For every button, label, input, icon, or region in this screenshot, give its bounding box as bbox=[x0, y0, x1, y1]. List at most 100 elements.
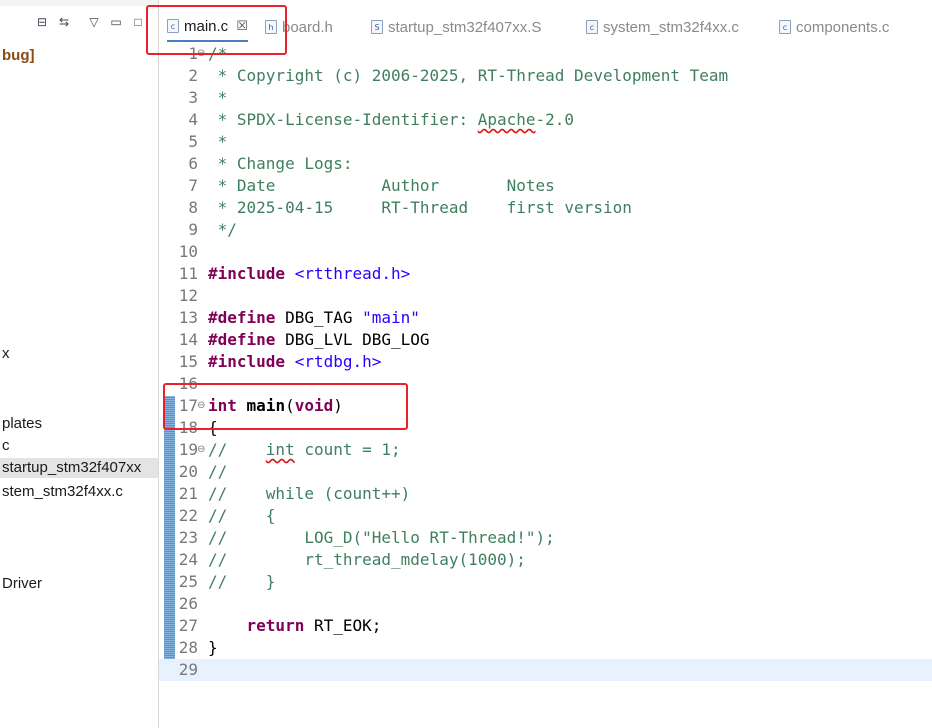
tab-label: components.c bbox=[796, 18, 890, 36]
code-token: <rtthread.h> bbox=[294, 264, 411, 283]
code-line[interactable]: 28} bbox=[159, 637, 932, 659]
code-token: * 2025-04-15 RT-Thread first version bbox=[208, 198, 632, 217]
line-number: 24 bbox=[178, 550, 198, 569]
code-token: */ bbox=[208, 220, 237, 239]
code-line[interactable]: 21 // while (count++) bbox=[159, 483, 932, 505]
code-text: // { bbox=[208, 505, 275, 527]
tab-4[interactable]: c components.c bbox=[779, 12, 889, 42]
line-number: 6 bbox=[188, 154, 198, 173]
tree-item[interactable]: c bbox=[0, 436, 10, 456]
collapse-all-icon[interactable]: ⊟ bbox=[34, 14, 50, 30]
code-token: * Copyright (c) 2006-2025, RT-Thread Dev… bbox=[208, 66, 729, 85]
tab-3[interactable]: c system_stm32f4xx.c bbox=[586, 12, 739, 42]
code-line[interactable]: 22 // { bbox=[159, 505, 932, 527]
line-number: 2 bbox=[188, 66, 198, 85]
code-text: */ bbox=[208, 219, 237, 241]
code-token: -2.0 bbox=[535, 110, 575, 129]
code-line[interactable]: 6 * Change Logs: bbox=[159, 153, 932, 175]
code-line[interactable]: 7 * Date Author Notes bbox=[159, 175, 932, 197]
c-file-icon: c bbox=[779, 20, 791, 34]
code-token: } bbox=[208, 638, 218, 657]
line-number: 26 bbox=[178, 594, 198, 613]
code-token: * SPDX-License-Identifier: bbox=[208, 110, 478, 129]
line-number: 22 bbox=[178, 506, 198, 525]
code-text: * SPDX-License-Identifier: Apache-2.0 bbox=[208, 109, 574, 131]
code-text: #include <rtthread.h> bbox=[208, 263, 410, 285]
code-text: * bbox=[208, 131, 228, 153]
line-number: 9 bbox=[188, 220, 198, 239]
line-number: 14 bbox=[178, 330, 198, 349]
code-line[interactable]: 2 * Copyright (c) 2006-2025, RT-Thread D… bbox=[159, 65, 932, 87]
line-number: 13 bbox=[178, 308, 198, 327]
code-line[interactable]: 13 #define DBG_TAG "main" bbox=[159, 307, 932, 329]
maximize-icon[interactable]: □ bbox=[130, 14, 146, 30]
project-explorer: ⊟ ⇆ ▽ ▭ □ bug] x plates c startup_stm32f407x… bbox=[0, 0, 159, 728]
code-line[interactable]: 29 bbox=[159, 659, 932, 681]
code-line[interactable]: 8 * 2025-04-15 RT-Thread first version bbox=[159, 197, 932, 219]
code-line[interactable]: 3 * bbox=[159, 87, 932, 109]
code-line[interactable]: 19 ⊖// int count = 1; bbox=[159, 439, 932, 461]
code-line[interactable]: 10 bbox=[159, 241, 932, 263]
code-text: // } bbox=[208, 571, 275, 593]
code-token: #define bbox=[208, 308, 276, 327]
line-number: 4 bbox=[188, 110, 198, 129]
tree-item[interactable]: x bbox=[0, 344, 10, 364]
code-token: DBG_LVL DBG_LOG bbox=[275, 330, 430, 349]
line-number: 11 bbox=[178, 264, 198, 283]
code-token: Apache bbox=[477, 110, 536, 129]
code-line[interactable]: 14 #define DBG_LVL DBG_LOG bbox=[159, 329, 932, 351]
line-number: 25 bbox=[178, 572, 198, 591]
code-text: // LOG_D("Hello RT-Thread!"); bbox=[208, 527, 555, 549]
highlight-box-main-function bbox=[163, 383, 408, 430]
code-token: // while (count++) bbox=[208, 484, 411, 503]
code-token: // bbox=[208, 440, 266, 459]
c-file-icon: c bbox=[586, 20, 598, 34]
code-text: } bbox=[208, 637, 218, 659]
line-number: 27 bbox=[178, 616, 198, 635]
tree-item[interactable]: Driver bbox=[0, 574, 42, 594]
code-token: RT_EOK; bbox=[304, 616, 382, 635]
line-number: 20 bbox=[178, 462, 198, 481]
code-line[interactable]: 27 return RT_EOK; bbox=[159, 615, 932, 637]
view-menu-icon[interactable]: ▽ bbox=[86, 14, 102, 30]
code-line[interactable]: 20 // bbox=[159, 461, 932, 483]
code-text: #include <rtdbg.h> bbox=[208, 351, 381, 373]
code-line[interactable]: 11 #include <rtthread.h> bbox=[159, 263, 932, 285]
code-token: * bbox=[208, 132, 228, 151]
fold-toggle-icon[interactable]: ⊖ bbox=[197, 439, 205, 461]
code-line[interactable]: 24 // rt_thread_mdelay(1000); bbox=[159, 549, 932, 571]
code-line[interactable]: 12 bbox=[159, 285, 932, 307]
minimize-icon[interactable]: ▭ bbox=[108, 14, 124, 30]
code-text: // rt_thread_mdelay(1000); bbox=[208, 549, 526, 571]
tree-item[interactable]: plates bbox=[0, 414, 42, 434]
line-number: 10 bbox=[178, 242, 198, 261]
line-number: 28 bbox=[178, 638, 198, 657]
code-token: "main" bbox=[362, 308, 420, 327]
code-token: * bbox=[208, 88, 228, 107]
code-line[interactable]: 4 * SPDX-License-Identifier: Apache-2.0 bbox=[159, 109, 932, 131]
code-line[interactable]: 23 // LOG_D("Hello RT-Thread!"); bbox=[159, 527, 932, 549]
code-token: * Date Author Notes bbox=[208, 176, 555, 195]
code-text: // bbox=[208, 461, 227, 483]
code-token: return bbox=[246, 616, 305, 635]
s-file-icon: S bbox=[371, 20, 383, 34]
code-token: * Change Logs: bbox=[208, 154, 353, 173]
line-number: 29 bbox=[178, 660, 198, 679]
code-text: #define DBG_TAG "main" bbox=[208, 307, 420, 329]
tab-2[interactable]: Sstartup_stm32f407xx.S bbox=[371, 12, 541, 42]
code-line[interactable]: 15 #include <rtdbg.h> bbox=[159, 351, 932, 373]
tree-item[interactable]: startup_stm32f407xx bbox=[0, 458, 158, 478]
code-token: count = 1; bbox=[294, 440, 401, 459]
code-line[interactable]: 5 * bbox=[159, 131, 932, 153]
code-line[interactable]: 25 // } bbox=[159, 571, 932, 593]
code-line[interactable]: 26 bbox=[159, 593, 932, 615]
code-token: <rtdbg.h> bbox=[294, 352, 382, 371]
link-editor-icon[interactable]: ⇆ bbox=[56, 14, 72, 30]
code-text: #define DBG_LVL DBG_LOG bbox=[208, 329, 430, 351]
code-line[interactable]: 9 */ bbox=[159, 219, 932, 241]
tree-item[interactable]: stem_stm32f4xx.c bbox=[0, 482, 123, 502]
tree-item[interactable]: bug] bbox=[0, 46, 34, 66]
highlight-box-main-tab bbox=[146, 5, 287, 55]
